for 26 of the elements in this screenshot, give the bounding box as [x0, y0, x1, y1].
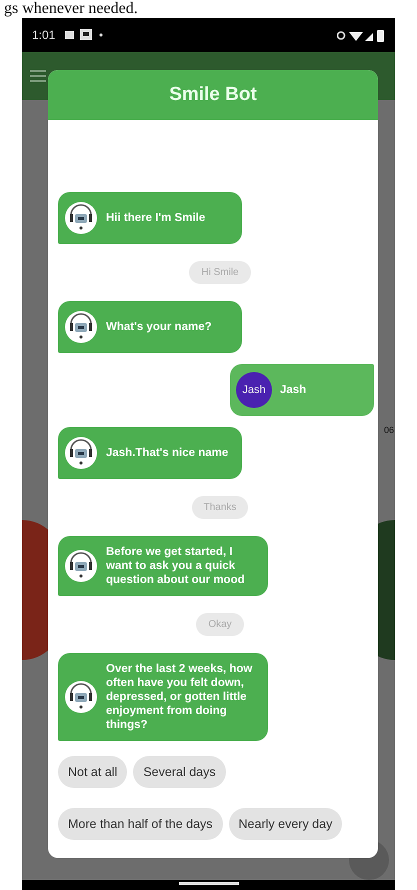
robot-avatar-icon	[64, 201, 98, 235]
bot-message: Before we get started, I want to ask you a quick question about our mood	[58, 536, 268, 596]
home-handle[interactable]	[178, 882, 238, 885]
user-avatar: Jash	[236, 372, 272, 408]
reply-chip: Okay	[196, 613, 244, 636]
bot-message: Jash.That's nice name	[58, 427, 242, 479]
caption-text: gs whenever needed.	[4, 0, 138, 18]
user-message: Jash Jash	[230, 364, 374, 416]
bot-message: What's your name?	[58, 301, 242, 353]
option-button[interactable]: Not at all	[58, 756, 128, 788]
robot-avatar-icon	[64, 549, 98, 583]
option-button[interactable]: Several days	[133, 756, 226, 788]
robot-avatar-icon	[64, 680, 98, 714]
side-text: 06	[384, 425, 394, 435]
system-icons	[337, 28, 385, 42]
reply-chip: Thanks	[192, 496, 248, 519]
option-button[interactable]: More than half of the days	[58, 808, 223, 840]
time-text: 1:01	[32, 28, 56, 42]
menu-icon[interactable]	[30, 70, 46, 82]
robot-avatar-icon	[64, 436, 98, 470]
option-button[interactable]: Nearly every day	[228, 808, 342, 840]
robot-avatar-icon	[64, 310, 98, 344]
bot-message: Over the last 2 weeks, how often have you felt down, depressed, or gotten little enjoyment from doing things?	[58, 653, 268, 741]
bot-message: Hii there I'm Smile	[58, 192, 242, 244]
dialog-title: Smile Bot	[169, 84, 257, 106]
reply-chip: Hi Smile	[189, 261, 251, 284]
